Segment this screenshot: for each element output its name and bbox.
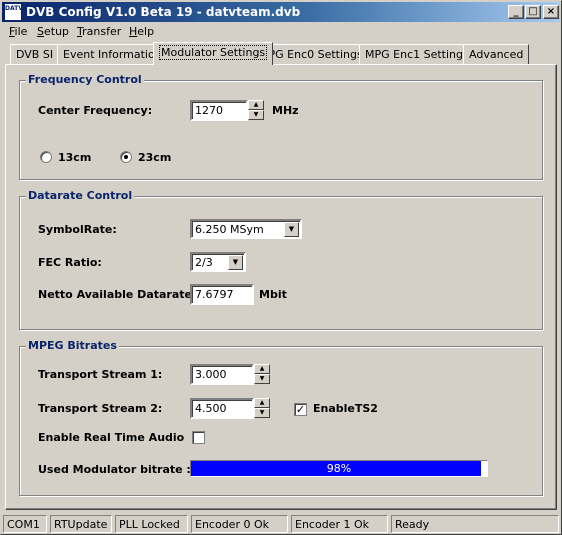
ts2-input[interactable]: 4.500 <box>190 398 254 419</box>
menu-transfer[interactable]: Transfer <box>77 25 121 38</box>
datarate-control-group: Datarate Control SymbolRate: 6.250 MSym … <box>19 189 543 330</box>
progress-text: 98% <box>326 462 352 475</box>
center-frequency-spinner[interactable]: ▲ ▼ <box>248 100 264 121</box>
menu-help[interactable]: Help <box>129 25 154 38</box>
menu-setup[interactable]: Setup <box>37 25 69 38</box>
mpeg-bitrates-title: MPEG Bitrates <box>26 339 119 352</box>
status-encoder1: Encoder 1 Ok <box>291 515 388 533</box>
realtime-audio-label: Enable Real Time Audio <box>38 431 185 444</box>
realtime-audio-checkbox[interactable] <box>192 431 205 444</box>
spin-up-icon[interactable]: ▲ <box>254 364 270 374</box>
ts1-spinner[interactable]: ▲ ▼ <box>254 364 270 385</box>
menu-bar: File Setup Transfer Help <box>3 23 559 41</box>
ts1-input[interactable]: 3.000 <box>190 364 254 385</box>
chevron-down-icon[interactable]: ▼ <box>284 222 299 237</box>
used-bitrate-progress: 98% <box>190 460 488 477</box>
frequency-control-group: Frequency Control Center Frequency: 1270… <box>19 73 543 180</box>
window-title: DVB Config V1.0 Beta 19 - datvteam.dvb <box>26 5 301 19</box>
tab-mpg-enc1-settings[interactable]: MPG Enc1 Settings <box>359 44 475 64</box>
enable-ts2-label[interactable]: EnableTS2 <box>313 402 378 415</box>
netto-datarate-field: 7.6797 <box>190 284 254 305</box>
symbolrate-label: SymbolRate: <box>38 223 117 236</box>
fec-ratio-select[interactable]: 2/3 ▼ <box>190 252 246 272</box>
radio-23cm[interactable] <box>120 151 132 163</box>
fec-ratio-label: FEC Ratio: <box>38 256 102 269</box>
netto-datarate-unit: Mbit <box>259 288 287 301</box>
radio-13cm-label[interactable]: 13cm <box>58 151 91 164</box>
tab-modulator-settings[interactable]: Modulator Settings <box>153 42 274 65</box>
tab-advanced[interactable]: Advanced <box>463 44 530 64</box>
ts1-label: Transport Stream 1: <box>38 368 163 381</box>
app-icon[interactable]: DATV.COM <box>4 3 40 21</box>
maximize-button[interactable]: □ <box>525 5 541 19</box>
tab-dvb-si[interactable]: DVB SI <box>10 44 60 64</box>
spin-down-icon[interactable]: ▼ <box>254 374 270 384</box>
status-pll: PLL Locked <box>115 515 188 533</box>
ts2-spinner[interactable]: ▲ ▼ <box>254 398 270 419</box>
status-ready: Ready <box>391 515 559 533</box>
enable-ts2-checkbox[interactable]: ✓ <box>294 403 307 416</box>
close-button[interactable]: × <box>543 5 559 19</box>
frequency-control-title: Frequency Control <box>26 73 144 86</box>
ts2-label: Transport Stream 2: <box>38 402 163 415</box>
tab-event-information[interactable]: Event Information <box>57 44 168 64</box>
spin-up-icon[interactable]: ▲ <box>254 398 270 408</box>
menu-file[interactable]: File <box>9 25 27 38</box>
netto-datarate-label: Netto Available Datarate: <box>38 288 197 301</box>
status-rtupdate: RTUpdate <box>50 515 112 533</box>
fec-ratio-value: 2/3 <box>195 256 213 269</box>
radio-23cm-label[interactable]: 23cm <box>138 151 171 164</box>
modulator-settings-panel: Frequency Control Center Frequency: 1270… <box>5 64 557 510</box>
minimize-button[interactable]: _ <box>508 5 524 19</box>
chevron-down-icon[interactable]: ▼ <box>228 255 243 270</box>
status-encoder0: Encoder 0 Ok <box>191 515 288 533</box>
spin-down-icon[interactable]: ▼ <box>248 110 264 120</box>
spin-up-icon[interactable]: ▲ <box>248 100 264 110</box>
title-bar[interactable]: DATV.COM DVB Config V1.0 Beta 19 - datvt… <box>2 2 560 22</box>
app-window: DATV.COM DVB Config V1.0 Beta 19 - datvt… <box>0 0 562 535</box>
datarate-control-title: Datarate Control <box>26 189 135 202</box>
frequency-unit: MHz <box>272 104 299 117</box>
status-bar: COM1 RTUpdate PLL Locked Encoder 0 Ok En… <box>3 515 559 533</box>
used-bitrate-label: Used Modulator bitrate : <box>38 463 191 476</box>
radio-13cm[interactable] <box>40 151 52 163</box>
symbolrate-value: 6.250 MSym <box>195 223 264 236</box>
spin-down-icon[interactable]: ▼ <box>254 408 270 418</box>
center-frequency-input[interactable]: 1270 <box>190 100 248 121</box>
center-frequency-label: Center Frequency: <box>38 104 153 117</box>
mpeg-bitrates-group: MPEG Bitrates Transport Stream 1: 3.000 … <box>19 339 543 496</box>
status-port: COM1 <box>3 515 47 533</box>
symbolrate-select[interactable]: 6.250 MSym ▼ <box>190 219 302 239</box>
